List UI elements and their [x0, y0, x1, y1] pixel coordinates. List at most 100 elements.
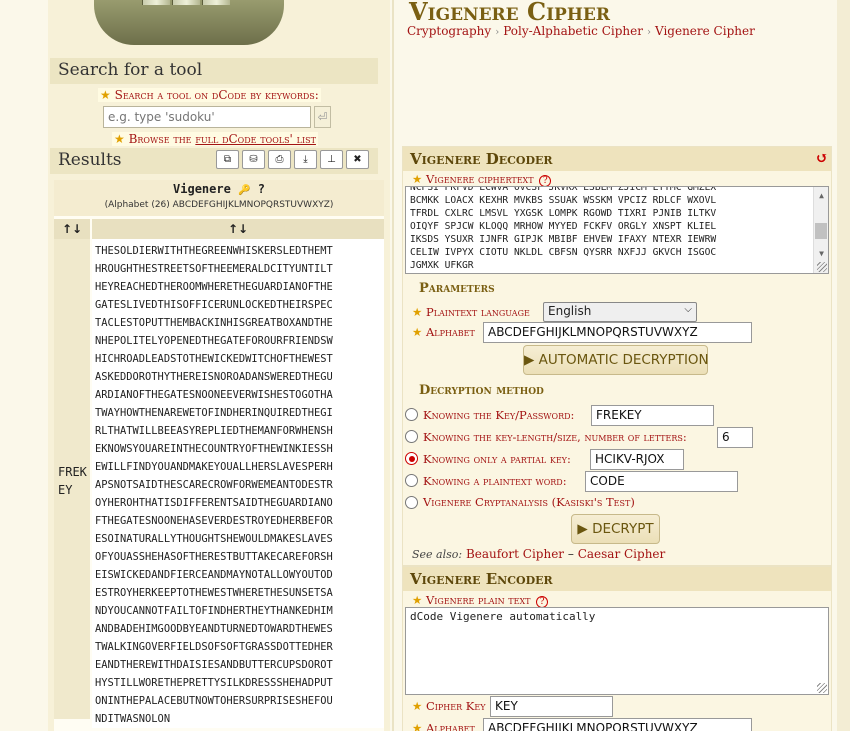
- results-table: ↑↓ ↑↓ FREK EY THESOLDIERWITHTHEGREENWHIS…: [54, 219, 384, 728]
- radio-kasiski[interactable]: [405, 496, 418, 509]
- plaintext-language-label: ★ Plaintext language: [412, 305, 530, 319]
- result-text-line: TWALKINGOVERFIELDSOFSOFTGRASSDOTTEDHER: [95, 641, 333, 653]
- pin-icon[interactable]: ⊥: [320, 150, 343, 169]
- left-sidebar: Search for a tool ★ Search a tool on dCo…: [48, 0, 390, 731]
- ciphertext-label: ★ Vigenere ciphertext ?: [412, 172, 552, 187]
- result-text-line: THESOLDIERWITHTHEGREENWHISKERSLEDTHEMT: [95, 245, 333, 257]
- caesar-cipher-link[interactable]: Caesar Cipher: [578, 547, 666, 561]
- key-input[interactable]: FREKEY: [591, 405, 714, 426]
- key-length-label[interactable]: Knowing the key-length/size, number of l…: [423, 430, 687, 444]
- right-sidebar-edge: [837, 0, 850, 731]
- result-text-line: OFYOUASSHEHASOFTHERESTBUTTAKECAREFORSH: [95, 551, 333, 563]
- page-title: Vigenere Cipher: [409, 0, 610, 26]
- result-text-line: EISWICKEDANDFIERCEANDMAYNOTALLOWYOUTOD: [95, 569, 333, 581]
- partial-key-label[interactable]: Knowing only a partial key:: [423, 452, 571, 466]
- column-divider: [392, 0, 394, 731]
- automatic-decryption-button[interactable]: ▶ AUTOMATIC DECRYPTION: [523, 345, 709, 375]
- plaintext-language-select[interactable]: English ⌵: [543, 302, 697, 322]
- plaintext-label: ★ Vigenere plain text ?: [412, 593, 549, 608]
- ciphertext-line: CELIW IVPYX CIOTU NKLDL CBFSN QYSRR NXFJ…: [410, 247, 717, 258]
- download-icon[interactable]: ⤓: [294, 150, 317, 169]
- dcode-logo[interactable]: [48, 0, 390, 56]
- chevron-down-icon: ⌵: [684, 304, 692, 315]
- ciphertext-line: JGMXK UFKGR: [410, 260, 474, 271]
- decoder-title: Vigenere Decoder ↺: [403, 147, 831, 171]
- result-key-cell: FREK EY: [54, 239, 92, 719]
- kasiski-label[interactable]: Vigenere Cryptanalysis (Kasiski's Test): [423, 495, 635, 509]
- decrypt-button[interactable]: ▶ DECRYPT: [571, 514, 660, 544]
- reset-icon[interactable]: ↺: [815, 149, 828, 167]
- copy-icon[interactable]: ⧉: [216, 150, 239, 169]
- result-text-line: EANDTHEREWITHDAISIESANDBUTTERCUPSDOROT: [95, 659, 333, 671]
- plaintext-word-input[interactable]: CODE: [585, 471, 738, 492]
- cipher-key-label: ★ Cipher Key: [412, 699, 486, 713]
- resize-handle-icon[interactable]: [817, 262, 827, 272]
- ciphertext-line: OIQYF SPJCW KLOQQ MRHOW MYYED FCKFV ORGL…: [410, 221, 717, 232]
- see-also: See also: Beaufort Cipher – Caesar Ciphe…: [412, 547, 666, 561]
- result-text-line: TACLESTOPUTTHEMBACKINHISGREATBOXANDTHE: [95, 317, 333, 329]
- search-input[interactable]: [103, 106, 311, 128]
- encoder-alphabet-label: ★ Alphabet: [412, 721, 475, 731]
- key-icon: 🔑: [238, 185, 251, 196]
- breadcrumb-item[interactable]: Poly-Alphabetic Cipher: [503, 24, 643, 38]
- radio-partial-key[interactable]: [405, 452, 418, 465]
- scroll-up-icon[interactable]: ▲: [814, 189, 828, 201]
- encoder-alphabet-input[interactable]: ABCDEFGHIJKLMNOPQRSTUVWXYZ: [483, 718, 752, 731]
- cryptex-ring: [202, 0, 230, 5]
- sort-key-column[interactable]: ↑↓: [54, 219, 92, 239]
- ciphertext-textarea[interactable]: NCPSI PKFVD LCWVA OVCSF JKVKX ESBLM ZJIC…: [405, 186, 829, 274]
- breadcrumb: Cryptography › Poly-Alphabetic Cipher › Vige…: [407, 24, 755, 38]
- breadcrumb-item[interactable]: Vigenere Cipher: [655, 24, 755, 38]
- result-text-line: HROUGHTHESTREETSOFTHEEMERALDCITYUNTILT: [95, 263, 333, 275]
- plaintext-word-label[interactable]: Knowing a plaintext word:: [423, 474, 567, 488]
- alphabet-label: ★ Alphabet: [412, 325, 475, 339]
- star-icon: ★: [412, 305, 423, 319]
- alphabet-input[interactable]: ABCDEFGHIJKLMNOPQRSTUVWXYZ: [483, 322, 752, 343]
- close-icon[interactable]: ✖: [346, 150, 369, 169]
- plaintext-textarea[interactable]: dCode Vigenere automatically: [405, 607, 829, 695]
- browse-tools-link[interactable]: ★ Browse the full dCode tools' list: [112, 132, 318, 146]
- decryption-method-title: Decryption method: [419, 383, 544, 398]
- cipher-key-input[interactable]: KEY: [490, 696, 613, 717]
- scroll-down-icon[interactable]: ▼: [814, 247, 828, 259]
- star-icon: ★: [114, 132, 125, 146]
- result-text-line: ASKEDDOROTHYTHEREISNOROADANSWEREDTHEGU: [95, 371, 333, 383]
- radio-plaintext-word[interactable]: [405, 474, 418, 487]
- result-text-line: ESOINATURALLYTHOUGHTSHEWOULDMAKESLAVES: [95, 533, 333, 545]
- result-text-line: ONINTHEPALACEBUTNOWTOHERSURPRISESHEFOU: [95, 695, 333, 707]
- parameters-title: Parameters: [419, 281, 495, 296]
- textarea-scrollbar[interactable]: ▲ ▼: [813, 187, 828, 273]
- partial-key-input[interactable]: HCIKV-RJOX: [590, 449, 684, 470]
- scroll-thumb[interactable]: [815, 223, 827, 239]
- result-text-line: APSNOTSAIDTHESCARECROWFORWEMEANTODESTR: [95, 479, 333, 491]
- print-icon[interactable]: ⎙: [268, 150, 291, 169]
- result-text-line: HICHROADLEADSTOTHEWICKEDWITCHOFTHEWEST: [95, 353, 333, 365]
- result-text-line: ANDBADEHIMGOODBYEANDTURNEDTOWARDTHEWES: [95, 623, 333, 635]
- radio-key-length[interactable]: [405, 430, 418, 443]
- sort-text-column[interactable]: ↑↓: [92, 219, 384, 239]
- key-length-input[interactable]: 6: [717, 427, 753, 448]
- results-panel: Vigenere 🔑 ? (Alphabet (26) ABCDEFGHIJKL…: [54, 180, 384, 731]
- result-text-line: EWILLFINDYOUANDMAKEYOUALLHERSLAVESPERH: [95, 461, 333, 473]
- help-question[interactable]: ?: [258, 182, 265, 196]
- result-text-line: HYSTILLWORETHEPRETTYSILKDRESSSHEHADPUT: [95, 677, 333, 689]
- breadcrumb-item[interactable]: Cryptography: [407, 24, 491, 38]
- search-submit-button[interactable]: ⏎: [314, 106, 331, 128]
- ciphertext-line: IKSDS YSUXR IJNFR GIPJK MBIBF EHVEW IFAX…: [410, 234, 717, 245]
- results-toolbar: ⧉ ⛁ ⎙ ⤓ ⊥ ✖: [216, 150, 369, 169]
- resize-handle-icon[interactable]: [817, 683, 827, 693]
- save-icon[interactable]: ⛁: [242, 150, 265, 169]
- result-text-line: TWAYHOWTHENAREWETOFINDHERINQUIREDTHEGI: [95, 407, 333, 419]
- beaufort-cipher-link[interactable]: Beaufort Cipher: [466, 547, 564, 561]
- star-icon: ★: [100, 88, 111, 102]
- star-icon: ★: [412, 699, 423, 713]
- result-text-line: OYHEROHTHATISDIFFERENTSAIDTHEGUARDIANO: [95, 497, 333, 509]
- radio-known-key[interactable]: [405, 408, 418, 421]
- cryptex-ring: [142, 0, 170, 5]
- known-key-label[interactable]: Knowing the Key/Password:: [423, 408, 574, 422]
- cryptex-image: [94, 0, 284, 45]
- cryptex-ring: [172, 0, 200, 5]
- ciphertext-line: TFRDL CXLRC LMSVL YXGSK LOMPK RGOWD TIXR…: [410, 208, 717, 219]
- result-text-line: NDYOUCANNOTFAILTOFINDHERTHEYTHANKEDHIM: [95, 605, 333, 617]
- result-text-line: HEYREACHEDTHEROOMWHERETHEGUARDIANOFTHE: [95, 281, 333, 293]
